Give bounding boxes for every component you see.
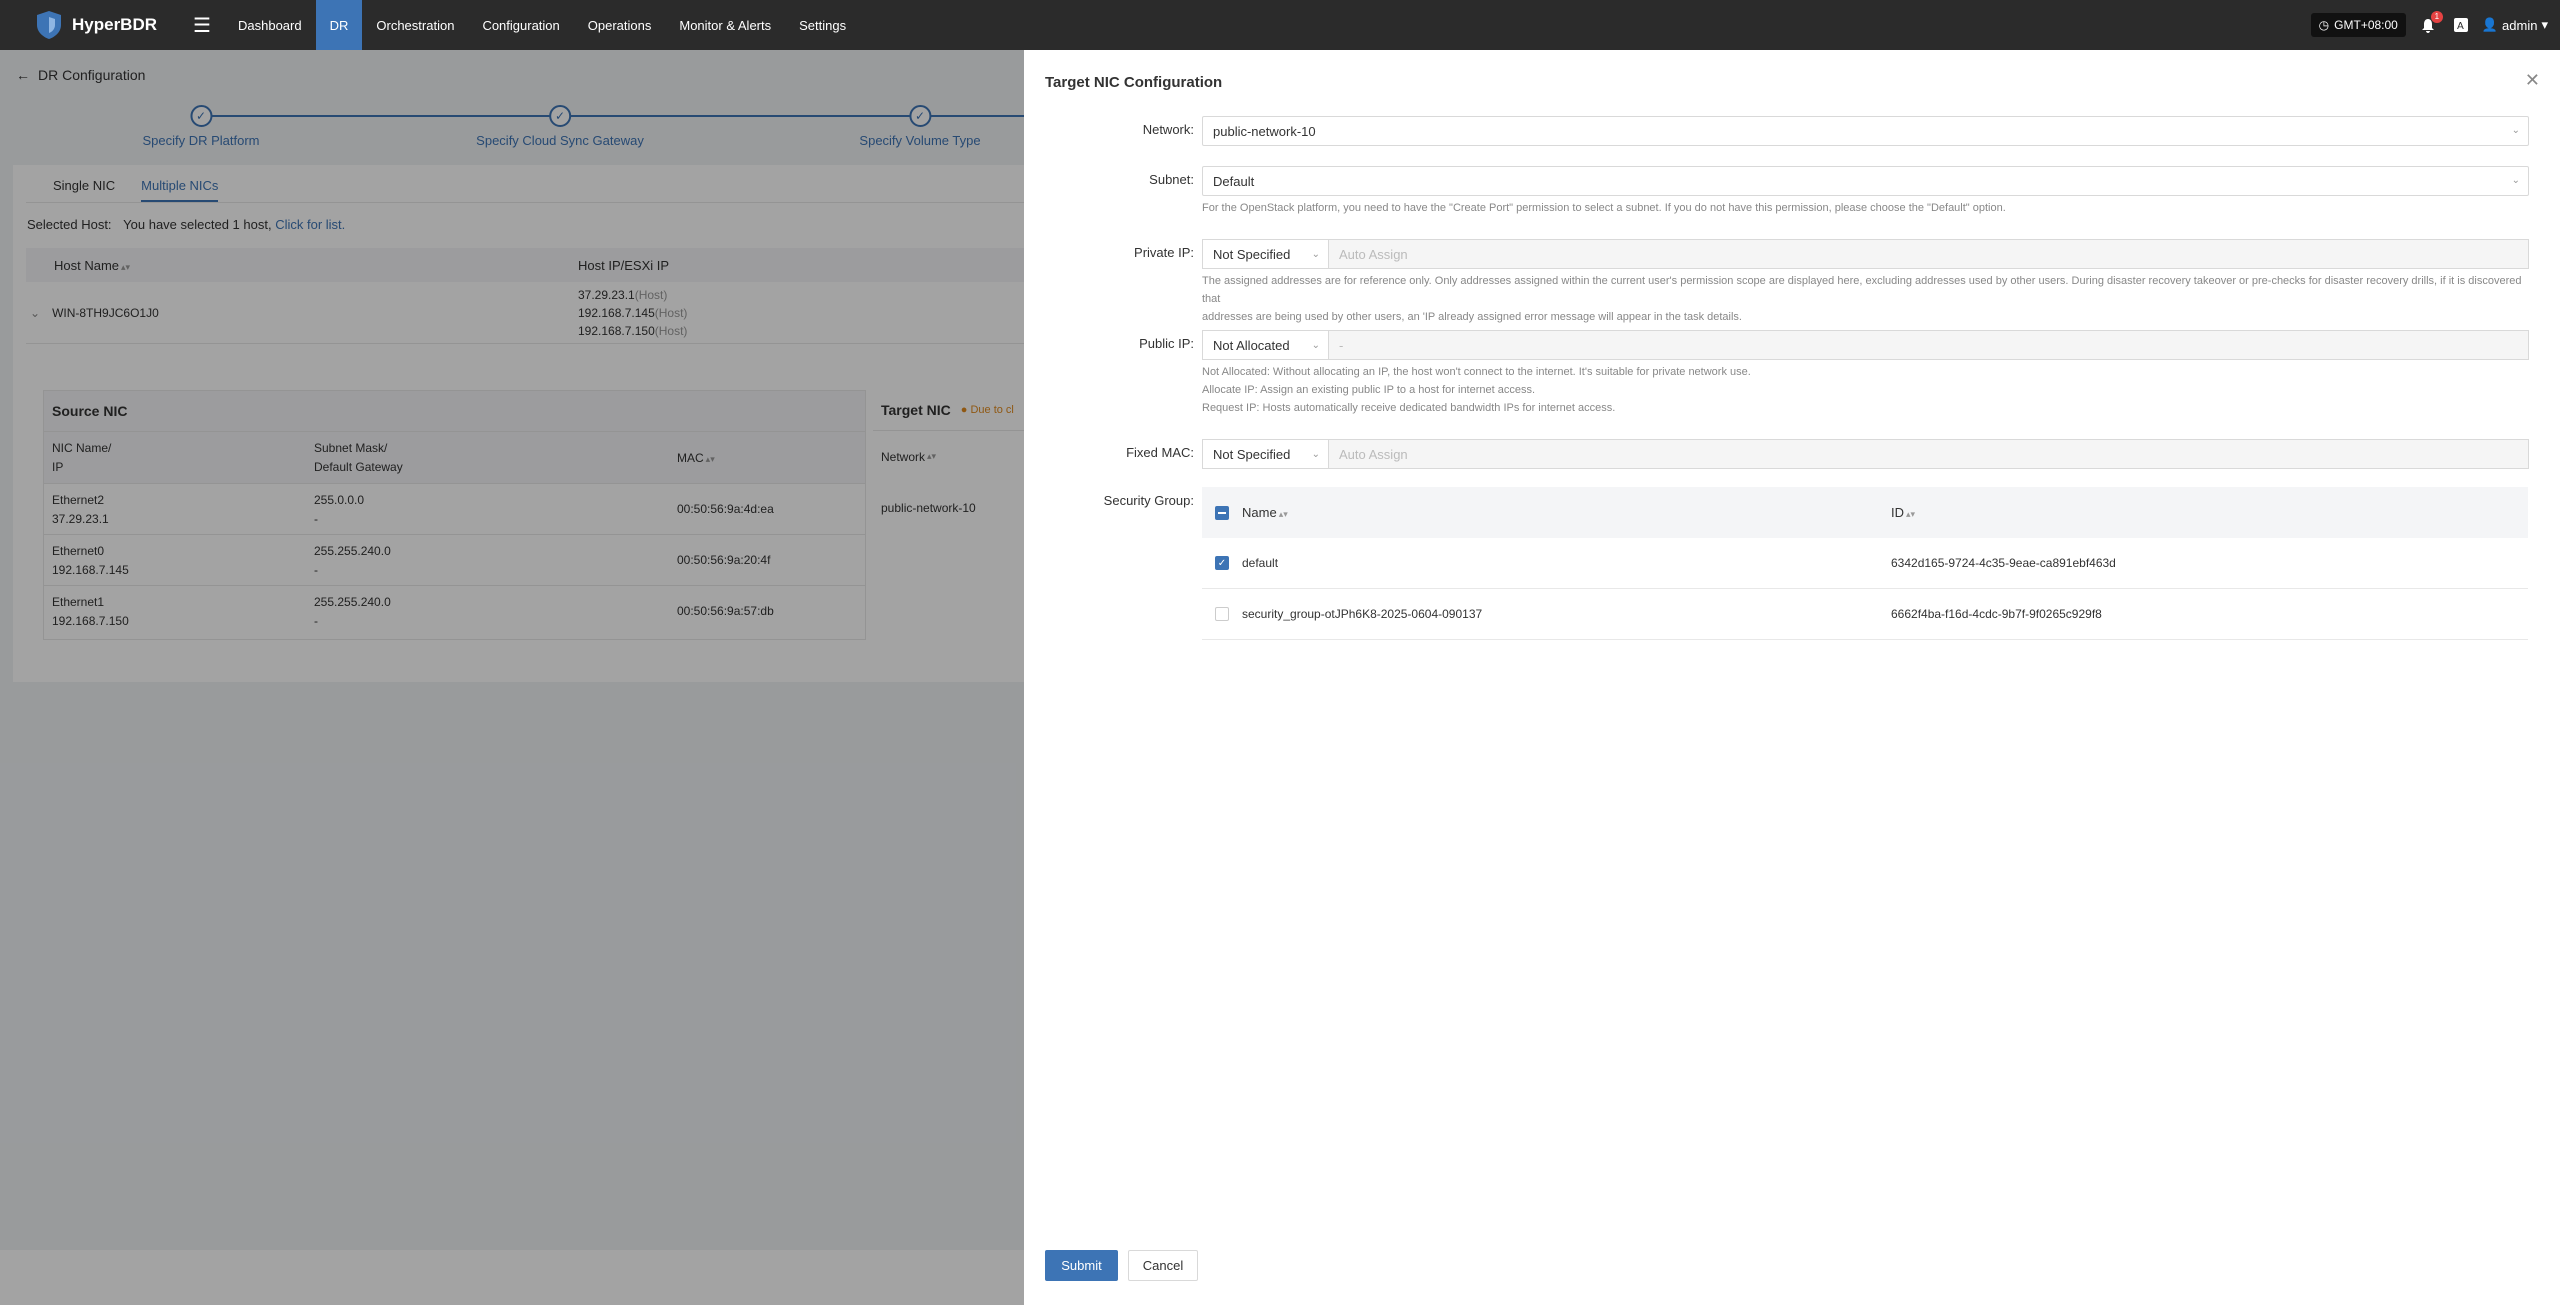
- chevron-down-icon: ⌄: [1311, 249, 1320, 260]
- row-checkbox[interactable]: [1215, 607, 1229, 621]
- security-group-label: Security Group:: [1103, 493, 1194, 508]
- column-name[interactable]: Name ▴▾: [1242, 505, 1891, 520]
- select-all-checkbox[interactable]: [1215, 505, 1229, 520]
- chevron-down-icon: ⌄: [2511, 125, 2520, 136]
- nav-dr[interactable]: DR: [315, 0, 363, 50]
- table-row[interactable]: ✓ default 6342d165-9724-4c35-9eae-ca891e…: [1202, 538, 2528, 589]
- fixed-mac-mode-select[interactable]: Not Specified ⌄: [1202, 439, 1329, 469]
- nav-settings[interactable]: Settings: [785, 0, 860, 50]
- private-ip-label: Private IP:: [1134, 245, 1194, 260]
- nav-orchestration[interactable]: Orchestration: [362, 0, 468, 50]
- public-ip-mode-select[interactable]: Not Allocated ⌄: [1202, 330, 1329, 360]
- subnet-row: Subnet: Default ⌄ For the OpenStack platf…: [1024, 166, 2529, 217]
- security-group-row: Security Group: Name ▴▾ ID ▴▾ ✓ default 63…: [1024, 487, 2528, 640]
- subnet-label: Subnet:: [1149, 172, 1194, 187]
- fixed-mac-row: Fixed MAC: Not Specified ⌄ Auto Assign: [1024, 439, 2529, 469]
- table-row[interactable]: security_group-otJPh6K8-2025-0604-090137…: [1202, 589, 2528, 640]
- public-ip-row: Public IP: Not Allocated ⌄ - Not Allocate…: [1024, 330, 2529, 417]
- security-group-name: security_group-otJPh6K8-2025-0604-090137: [1242, 607, 1483, 621]
- submit-button[interactable]: Submit: [1045, 1250, 1118, 1281]
- network-label: Network:: [1142, 122, 1194, 137]
- user-icon: 👤: [2481, 17, 2499, 32]
- drawer-footer: Submit Cancel: [1045, 1250, 1198, 1281]
- private-ip-hint-2: addresses are being used by other users,…: [1202, 311, 1742, 323]
- chevron-down-icon: ⌄: [1311, 449, 1320, 460]
- timezone-badge[interactable]: ◷ GMT+08:00: [2310, 13, 2406, 37]
- nav-dashboard[interactable]: Dashboard: [224, 0, 316, 50]
- public-ip-hint-3: Request IP: Hosts automatically receive …: [1202, 402, 1616, 414]
- chevron-down-icon: ⌄: [1311, 340, 1320, 351]
- network-row: Network: public-network-10 ⌄: [1024, 116, 2529, 146]
- column-id[interactable]: ID ▴▾: [1891, 505, 1915, 520]
- drawer-title: Target NIC Configuration: [1045, 74, 1223, 91]
- alerts-count-badge: 1: [2430, 11, 2443, 23]
- timezone-label: GMT+08:00: [2334, 18, 2398, 32]
- security-group-table: Name ▴▾ ID ▴▾ ✓ default 6342d165-9724-4c35…: [1202, 487, 2528, 640]
- security-group-name: default: [1242, 556, 1279, 570]
- public-ip-label: Public IP:: [1139, 336, 1194, 351]
- subnet-hint: For the OpenStack platform, you need to …: [1202, 202, 2006, 214]
- language-icon[interactable]: A: [2450, 14, 2472, 36]
- fixed-mac-input: Auto Assign: [1329, 439, 2529, 469]
- user-menu[interactable]: 👤 admin ▾: [2482, 17, 2548, 33]
- public-ip-hint-1: Not Allocated: Without allocating an IP,…: [1202, 366, 1751, 378]
- subnet-select[interactable]: Default ⌄: [1202, 166, 2529, 196]
- shield-logo-icon: [37, 11, 61, 39]
- user-name: admin: [2502, 17, 2538, 33]
- close-icon[interactable]: ✕: [2525, 70, 2540, 91]
- private-ip-hint-1: The assigned addresses are for reference…: [1202, 275, 2522, 305]
- svg-text:A: A: [2457, 21, 2464, 32]
- chevron-down-icon: ⌄: [2511, 175, 2520, 186]
- alerts-button[interactable]: 1: [2416, 11, 2443, 37]
- fixed-mac-label: Fixed MAC:: [1126, 445, 1194, 460]
- network-select[interactable]: public-network-10 ⌄: [1202, 116, 2529, 146]
- security-group-id: 6342d165-9724-4c35-9eae-ca891ebf463d: [1891, 556, 2116, 570]
- logo[interactable]: HyperBDR: [0, 0, 180, 50]
- nav-configuration[interactable]: Configuration: [468, 0, 573, 50]
- security-group-id: 6662f4ba-f16d-4cdc-9b7f-9f0265c929f8: [1891, 607, 2102, 621]
- main-nav: Dashboard DR Orchestration Configuration…: [224, 0, 860, 50]
- public-ip-hint-2: Allocate IP: Assign an existing public I…: [1202, 384, 1536, 396]
- nav-operations[interactable]: Operations: [574, 0, 666, 50]
- top-navbar: HyperBDR ☰ Dashboard DR Orchestration Co…: [0, 0, 2560, 50]
- private-ip-mode-select[interactable]: Not Specified ⌄: [1202, 239, 1329, 269]
- clock-icon: ◷: [2318, 18, 2330, 32]
- row-checkbox[interactable]: ✓: [1215, 556, 1229, 570]
- private-ip-row: Private IP: Not Specified ⌄ Auto Assign T…: [1024, 239, 2529, 326]
- public-ip-input: -: [1329, 330, 2529, 360]
- cancel-button[interactable]: Cancel: [1128, 1250, 1198, 1281]
- app-name: HyperBDR: [72, 15, 158, 34]
- menu-toggle-icon[interactable]: ☰: [182, 0, 222, 50]
- nav-monitor-alerts[interactable]: Monitor & Alerts: [665, 0, 785, 50]
- private-ip-input: Auto Assign: [1329, 239, 2529, 269]
- caret-down-icon: ▾: [2541, 17, 2548, 32]
- target-nic-configuration-drawer: Target NIC Configuration ✕ Network: publ…: [1024, 50, 2560, 1305]
